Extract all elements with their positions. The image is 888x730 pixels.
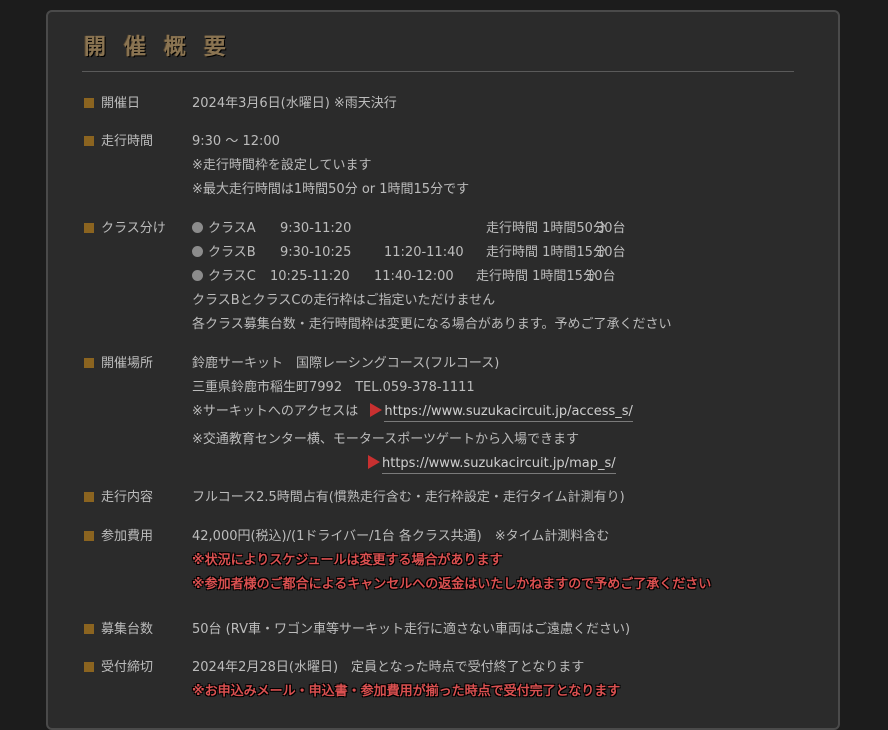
fee-warning: ※参加者様のご都合によるキャンセルへの返金はいたしかねますので予めご了承ください [192, 577, 712, 592]
page-title: 開催概要 [84, 34, 245, 60]
class-note: クラスBとクラスCの走行枠はご指定いただけません [192, 293, 496, 308]
access-link[interactable]: https://www.suzukacircuit.jp/access_s/ [384, 404, 633, 422]
venue-address: 三重県鈴鹿市稲生町7992 TEL.059-378-1111 [192, 380, 475, 395]
venue-name: 鈴鹿サーキット 国際レーシングコース(フルコース) [192, 356, 500, 371]
class-item: クラスC 10:25-11:20 11:40-12:00 走行時間 1時間15分10台 [192, 265, 671, 289]
run-time-value: 9:30 ～ 12:00 [192, 134, 280, 149]
bullet-square-icon [84, 136, 94, 146]
event-overview-panel: 開催概要 開催日 2024年3月6日(水曜日) ※雨天決行 走行時間 9:30 … [46, 10, 840, 730]
circle-bullet-icon [192, 246, 203, 257]
class-duration: 走行時間 1時間50分 [486, 221, 606, 236]
date-value: 2024年3月6日(水曜日) ※雨天決行 [192, 96, 397, 111]
class-item: クラスA 9:30-11:20 走行時間 1時間50分30台 [192, 217, 671, 241]
gate-note: ※交通教育センター横、モータースポーツゲートから入場できます [192, 432, 579, 447]
bullet-square-icon [84, 98, 94, 108]
map-line: https://www.suzukacircuit.jp/map_s/ [192, 452, 633, 476]
run-time-note: ※最大走行時間は1時間50分 or 1時間15分です [192, 182, 470, 197]
circle-bullet-icon [192, 270, 203, 281]
row-label: 走行時間 [101, 134, 154, 149]
bullet-square-icon [84, 531, 94, 541]
map-link[interactable]: https://www.suzukacircuit.jp/map_s/ [382, 456, 616, 474]
arrow-right-icon [368, 455, 380, 469]
row-label: クラス分け [101, 221, 166, 236]
fee-value: 42,000円(税込)/(1ドライバー/1台 各クラス共通) ※タイム計測料含む [192, 529, 610, 544]
access-prefix: ※サーキットへのアクセスは [192, 404, 359, 419]
capacity-value: 50台 (RV車・ワゴン車等サーキット走行に適さない車両はご遠慮ください) [192, 622, 631, 637]
row-label: 開催日 [101, 96, 141, 111]
class-time2: 11:40-12:00 [374, 269, 454, 284]
class-name: クラスC [208, 269, 256, 284]
class-time1: 10:25-11:20 [270, 269, 350, 284]
content-value: フルコース2.5時間占有(慣熟走行含む・走行枠設定・走行タイム計測有り) [192, 490, 625, 505]
class-note: 各クラス募集台数・走行時間枠は変更になる場合があります。予めご了承ください [192, 317, 672, 332]
class-time2: 11:20-11:40 [384, 245, 464, 260]
arrow-right-icon [370, 403, 383, 417]
class-name: クラスB [208, 245, 256, 260]
class-time1: 9:30-11:20 [280, 221, 352, 236]
bullet-square-icon [84, 223, 94, 233]
fee-warning: ※状況によりスケジュールは変更する場合があります [192, 553, 503, 568]
access-line: ※サーキットへのアクセスは https://www.suzukacircuit.… [192, 400, 633, 428]
class-count: 30台 [596, 221, 626, 236]
row-label: 受付締切 [101, 660, 154, 675]
row-label: 開催場所 [101, 356, 154, 371]
row-label: 走行内容 [101, 490, 154, 505]
row-label: 募集台数 [101, 622, 154, 637]
class-time1: 9:30-10:25 [280, 245, 352, 260]
class-duration: 走行時間 1時間15分 [476, 269, 596, 284]
class-count: 10台 [586, 269, 616, 284]
bullet-square-icon [84, 624, 94, 634]
class-name: クラスA [208, 221, 256, 236]
class-item: クラスB 9:30-10:25 11:20-11:40 走行時間 1時間15分10台 [192, 241, 671, 265]
bullet-square-icon [84, 662, 94, 672]
row-label: 参加費用 [101, 529, 154, 544]
deadline-warning: ※お申込みメール・申込書・参加費用が揃った時点で受付完了となります [192, 684, 621, 699]
circle-bullet-icon [192, 222, 203, 233]
class-count: 10台 [596, 245, 626, 260]
bullet-square-icon [84, 358, 94, 368]
title-divider [82, 71, 794, 72]
class-duration: 走行時間 1時間15分 [486, 245, 606, 260]
run-time-note: ※走行時間枠を設定しています [192, 158, 372, 173]
deadline-value: 2024年2月28日(水曜日) 定員となった時点で受付終了となります [192, 660, 585, 675]
bullet-square-icon [84, 492, 94, 502]
